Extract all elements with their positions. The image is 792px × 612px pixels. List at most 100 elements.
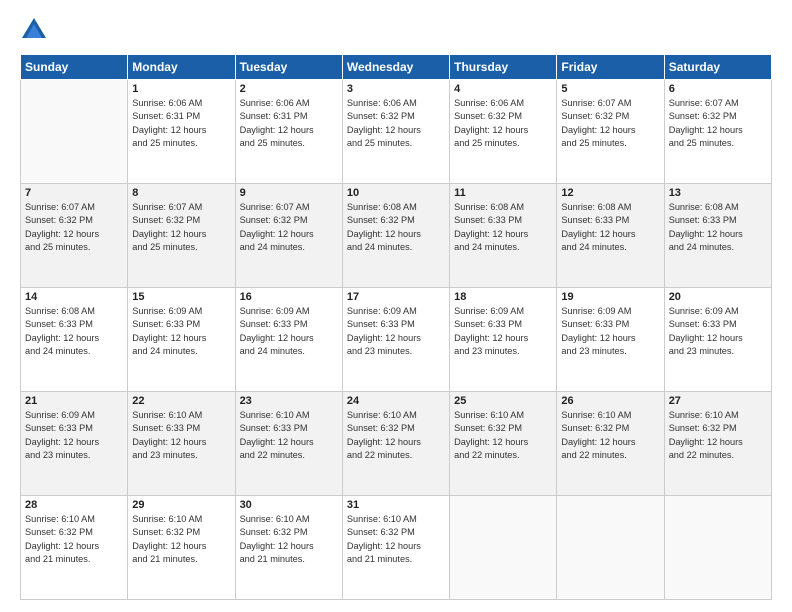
day-number: 15 — [132, 291, 230, 303]
day-number: 31 — [347, 499, 445, 511]
day-number: 13 — [669, 187, 767, 199]
day-number: 22 — [132, 395, 230, 407]
day-number: 14 — [25, 291, 123, 303]
calendar-cell: 5Sunrise: 6:07 AM Sunset: 6:32 PM Daylig… — [557, 80, 664, 184]
calendar-cell: 10Sunrise: 6:08 AM Sunset: 6:32 PM Dayli… — [342, 184, 449, 288]
day-info: Sunrise: 6:10 AM Sunset: 6:32 PM Dayligh… — [454, 409, 552, 462]
calendar-cell: 26 Sunrise: 6:10 AM Sunset: 6:32 PM Dayli… — [557, 392, 664, 496]
day-info: Sunrise: 6:07 AM Sunset: 6:32 PM Dayligh… — [240, 201, 338, 254]
calendar-cell: 22 Sunrise: 6:10 AM Sunset: 6:33 PM Dayli… — [128, 392, 235, 496]
day-info: Sunrise: 6:07 AM Sunset: 6:32 PM Dayligh… — [669, 97, 767, 150]
calendar-cell — [21, 80, 128, 184]
day-header-thursday: Thursday — [450, 55, 557, 80]
day-info: Sunrise: 6:10 AM Sunset: 6:33 PM Dayligh… — [132, 409, 230, 462]
calendar-week-row: 14Sunrise: 6:08 AM Sunset: 6:33 PM Dayli… — [21, 288, 772, 392]
day-info: Sunrise: 6:08 AM Sunset: 6:33 PM Dayligh… — [454, 201, 552, 254]
day-number: 20 — [669, 291, 767, 303]
day-number: 12 — [561, 187, 659, 199]
day-header-wednesday: Wednesday — [342, 55, 449, 80]
day-number: 2 — [240, 83, 338, 95]
day-number: 21 — [25, 395, 123, 407]
calendar-cell: 13 Sunrise: 6:08 AM Sunset: 6:33 PM Dayli… — [664, 184, 771, 288]
day-number: 25 — [454, 395, 552, 407]
calendar-table: SundayMondayTuesdayWednesdayThursdayFrid… — [20, 54, 772, 600]
day-info: Sunrise: 6:10 AM Sunset: 6:32 PM Dayligh… — [240, 513, 338, 566]
calendar-cell: 8 Sunrise: 6:07 AM Sunset: 6:32 PM Daylig… — [128, 184, 235, 288]
calendar-cell: 6 Sunrise: 6:07 AM Sunset: 6:32 PM Daylig… — [664, 80, 771, 184]
day-info: Sunrise: 6:09 AM Sunset: 6:33 PM Dayligh… — [454, 305, 552, 358]
day-info: Sunrise: 6:09 AM Sunset: 6:33 PM Dayligh… — [561, 305, 659, 358]
day-info: Sunrise: 6:09 AM Sunset: 6:33 PM Dayligh… — [25, 409, 123, 462]
calendar-cell: 25 Sunrise: 6:10 AM Sunset: 6:32 PM Dayli… — [450, 392, 557, 496]
day-info: Sunrise: 6:10 AM Sunset: 6:33 PM Dayligh… — [240, 409, 338, 462]
day-number: 17 — [347, 291, 445, 303]
calendar-cell: 16 Sunrise: 6:09 AM Sunset: 6:33 PM Dayli… — [235, 288, 342, 392]
calendar-cell: 17Sunrise: 6:09 AM Sunset: 6:33 PM Dayli… — [342, 288, 449, 392]
day-number: 16 — [240, 291, 338, 303]
day-info: Sunrise: 6:09 AM Sunset: 6:33 PM Dayligh… — [132, 305, 230, 358]
day-header-friday: Friday — [557, 55, 664, 80]
calendar-cell: 1 Sunrise: 6:06 AM Sunset: 6:31 PM Daylig… — [128, 80, 235, 184]
logo-icon — [20, 16, 48, 44]
header — [20, 16, 772, 44]
day-number: 24 — [347, 395, 445, 407]
calendar-cell: 20 Sunrise: 6:09 AM Sunset: 6:33 PM Dayli… — [664, 288, 771, 392]
day-number: 6 — [669, 83, 767, 95]
day-number: 4 — [454, 83, 552, 95]
logo — [20, 16, 54, 44]
day-header-monday: Monday — [128, 55, 235, 80]
day-number: 28 — [25, 499, 123, 511]
calendar-cell: 29Sunrise: 6:10 AM Sunset: 6:32 PM Dayli… — [128, 496, 235, 600]
day-header-saturday: Saturday — [664, 55, 771, 80]
calendar-cell: 19 Sunrise: 6:09 AM Sunset: 6:33 PM Dayli… — [557, 288, 664, 392]
day-info: Sunrise: 6:07 AM Sunset: 6:32 PM Dayligh… — [561, 97, 659, 150]
page: SundayMondayTuesdayWednesdayThursdayFrid… — [0, 0, 792, 612]
calendar-cell: 21 Sunrise: 6:09 AM Sunset: 6:33 PM Dayli… — [21, 392, 128, 496]
day-info: Sunrise: 6:06 AM Sunset: 6:31 PM Dayligh… — [132, 97, 230, 150]
day-info: Sunrise: 6:08 AM Sunset: 6:33 PM Dayligh… — [561, 201, 659, 254]
day-number: 1 — [132, 83, 230, 95]
day-header-tuesday: Tuesday — [235, 55, 342, 80]
calendar-cell: 3Sunrise: 6:06 AM Sunset: 6:32 PM Daylig… — [342, 80, 449, 184]
calendar-cell: 2 Sunrise: 6:06 AM Sunset: 6:31 PM Daylig… — [235, 80, 342, 184]
calendar-cell: 15 Sunrise: 6:09 AM Sunset: 6:33 PM Dayli… — [128, 288, 235, 392]
day-number: 29 — [132, 499, 230, 511]
day-info: Sunrise: 6:10 AM Sunset: 6:32 PM Dayligh… — [347, 409, 445, 462]
day-info: Sunrise: 6:06 AM Sunset: 6:32 PM Dayligh… — [347, 97, 445, 150]
day-number: 10 — [347, 187, 445, 199]
day-info: Sunrise: 6:10 AM Sunset: 6:32 PM Dayligh… — [669, 409, 767, 462]
day-number: 23 — [240, 395, 338, 407]
day-number: 11 — [454, 187, 552, 199]
day-info: Sunrise: 6:07 AM Sunset: 6:32 PM Dayligh… — [25, 201, 123, 254]
day-number: 8 — [132, 187, 230, 199]
calendar-week-row: 1 Sunrise: 6:06 AM Sunset: 6:31 PM Daylig… — [21, 80, 772, 184]
day-number: 9 — [240, 187, 338, 199]
day-info: Sunrise: 6:09 AM Sunset: 6:33 PM Dayligh… — [669, 305, 767, 358]
calendar-cell: 23 Sunrise: 6:10 AM Sunset: 6:33 PM Dayli… — [235, 392, 342, 496]
calendar-cell: 28Sunrise: 6:10 AM Sunset: 6:32 PM Dayli… — [21, 496, 128, 600]
calendar-week-row: 21 Sunrise: 6:09 AM Sunset: 6:33 PM Dayli… — [21, 392, 772, 496]
day-info: Sunrise: 6:07 AM Sunset: 6:32 PM Dayligh… — [132, 201, 230, 254]
day-info: Sunrise: 6:06 AM Sunset: 6:31 PM Dayligh… — [240, 97, 338, 150]
calendar-cell: 12 Sunrise: 6:08 AM Sunset: 6:33 PM Dayli… — [557, 184, 664, 288]
calendar-cell: 11 Sunrise: 6:08 AM Sunset: 6:33 PM Dayli… — [450, 184, 557, 288]
day-info: Sunrise: 6:08 AM Sunset: 6:33 PM Dayligh… — [669, 201, 767, 254]
calendar-header-row: SundayMondayTuesdayWednesdayThursdayFrid… — [21, 55, 772, 80]
day-info: Sunrise: 6:10 AM Sunset: 6:32 PM Dayligh… — [347, 513, 445, 566]
day-info: Sunrise: 6:09 AM Sunset: 6:33 PM Dayligh… — [240, 305, 338, 358]
day-header-sunday: Sunday — [21, 55, 128, 80]
day-number: 30 — [240, 499, 338, 511]
calendar-cell: 31 Sunrise: 6:10 AM Sunset: 6:32 PM Dayli… — [342, 496, 449, 600]
day-number: 19 — [561, 291, 659, 303]
day-number: 26 — [561, 395, 659, 407]
calendar-cell: 9 Sunrise: 6:07 AM Sunset: 6:32 PM Daylig… — [235, 184, 342, 288]
calendar-cell — [557, 496, 664, 600]
calendar-cell: 14Sunrise: 6:08 AM Sunset: 6:33 PM Dayli… — [21, 288, 128, 392]
day-number: 18 — [454, 291, 552, 303]
calendar-cell: 24 Sunrise: 6:10 AM Sunset: 6:32 PM Dayli… — [342, 392, 449, 496]
calendar-cell — [664, 496, 771, 600]
day-info: Sunrise: 6:10 AM Sunset: 6:32 PM Dayligh… — [561, 409, 659, 462]
calendar-cell — [450, 496, 557, 600]
calendar-week-row: 7Sunrise: 6:07 AM Sunset: 6:32 PM Daylig… — [21, 184, 772, 288]
calendar-cell: 27Sunrise: 6:10 AM Sunset: 6:32 PM Dayli… — [664, 392, 771, 496]
